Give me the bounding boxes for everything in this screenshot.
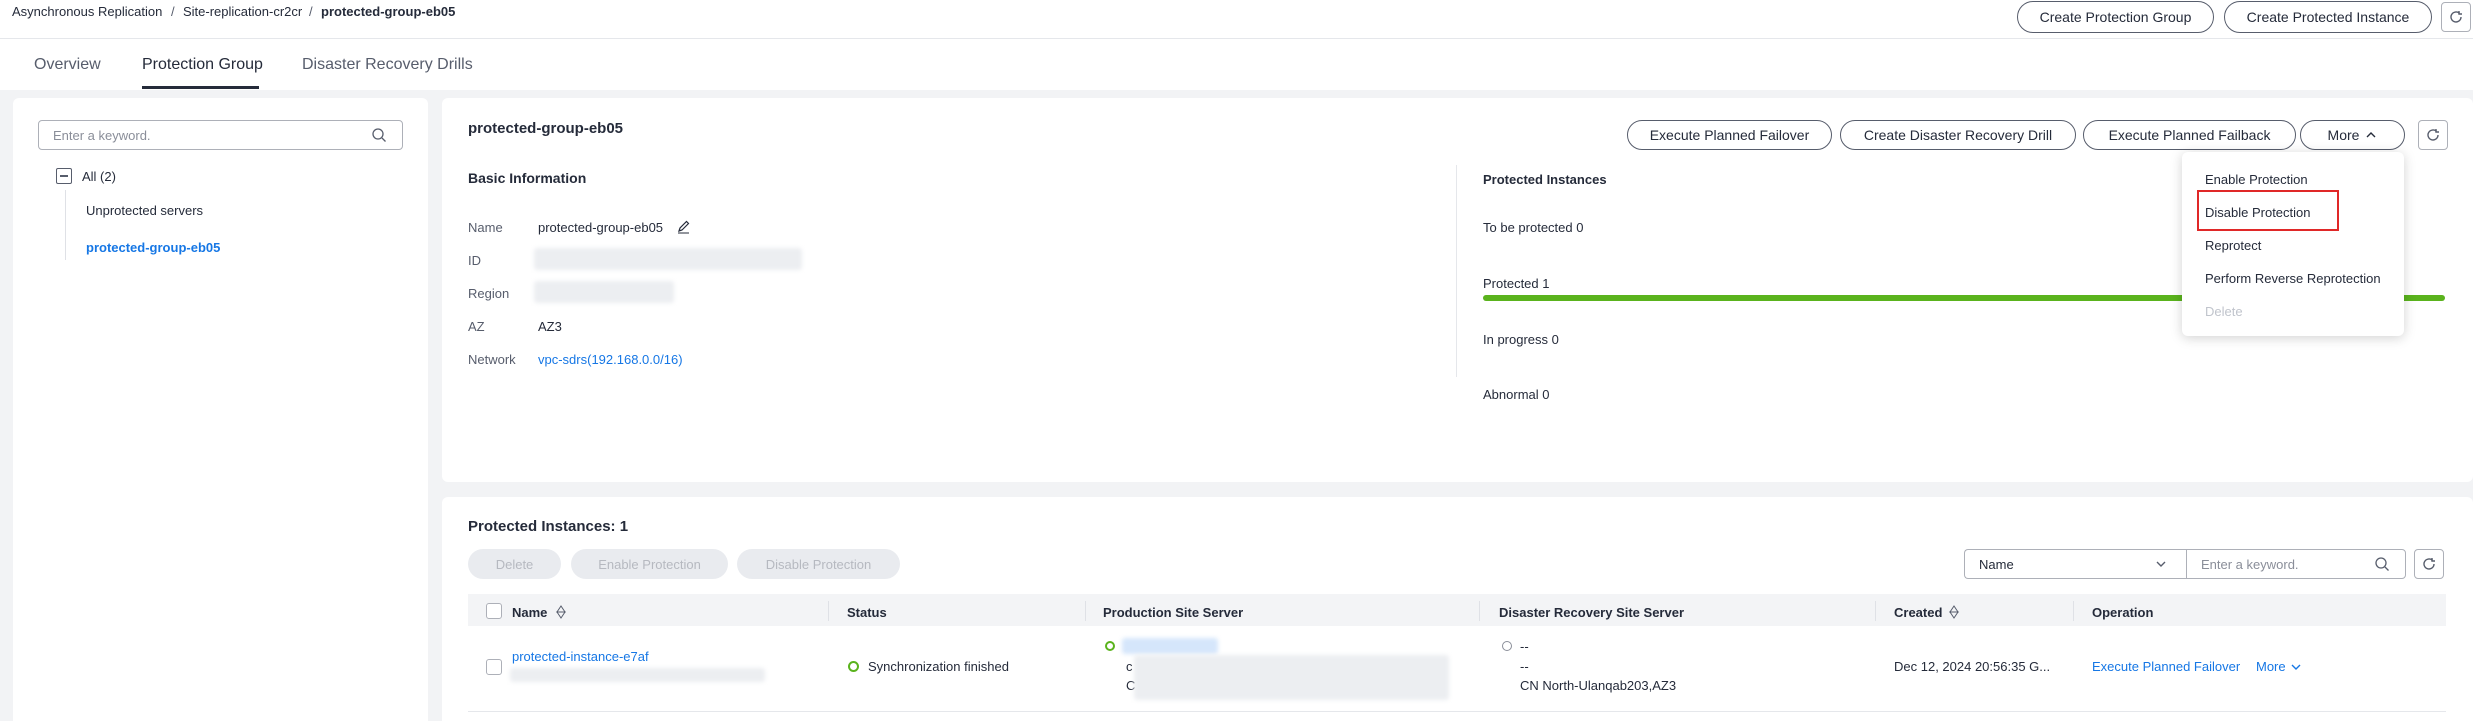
dr-server-line1: -- bbox=[1520, 639, 1529, 654]
network-label: Network bbox=[468, 352, 516, 367]
batch-delete-button: Delete bbox=[468, 549, 561, 579]
row-more-link[interactable]: More bbox=[2256, 659, 2286, 674]
breadcrumb-separator: / bbox=[171, 4, 175, 19]
section-divider bbox=[1456, 165, 1457, 377]
dr-server-line2: -- bbox=[1520, 659, 1529, 674]
filter-select-value: Name bbox=[1979, 556, 2014, 572]
column-divider bbox=[1875, 601, 1876, 621]
prod-server-details-redacted bbox=[1134, 655, 1449, 700]
batch-disable-protection-button: Disable Protection bbox=[737, 549, 900, 579]
column-header-created: Created bbox=[1894, 604, 1943, 620]
collapse-all-icon[interactable] bbox=[56, 168, 72, 184]
execute-planned-failover-button[interactable]: Execute Planned Failover bbox=[1627, 120, 1832, 150]
breadcrumb-item-site[interactable]: Site-replication-cr2cr bbox=[183, 4, 302, 19]
tree-guide-line bbox=[65, 190, 66, 260]
dr-server-region: CN North-Ulanqab203,AZ3 bbox=[1520, 678, 1677, 693]
sort-icon[interactable] bbox=[555, 605, 567, 619]
to-be-protected-count: To be protected 0 bbox=[1483, 220, 1584, 235]
edit-icon[interactable] bbox=[676, 219, 691, 234]
breadcrumb-item-replication[interactable]: Asynchronous Replication bbox=[12, 4, 162, 19]
abnormal-count: Abnormal 0 bbox=[1483, 387, 1550, 402]
refresh-icon bbox=[2427, 129, 2439, 141]
group-refresh-button[interactable] bbox=[2418, 120, 2448, 150]
refresh-button[interactable] bbox=[2441, 2, 2471, 32]
filter-search-input[interactable]: Enter a keyword. bbox=[2186, 549, 2406, 579]
status-success-icon bbox=[848, 661, 859, 672]
more-dropdown-button[interactable]: More bbox=[2300, 120, 2405, 150]
instances-title: Protected Instances: 1 bbox=[468, 518, 629, 535]
column-header-dr-server: Disaster Recovery Site Server bbox=[1499, 604, 1685, 620]
basic-info-heading: Basic Information bbox=[468, 170, 587, 186]
sidebar-search-placeholder: Enter a keyword. bbox=[53, 127, 151, 143]
chevron-down-icon[interactable] bbox=[2290, 661, 2302, 673]
row-execute-failover-link[interactable]: Execute Planned Failover bbox=[2092, 659, 2240, 674]
create-dr-drill-button[interactable]: Create Disaster Recovery Drill bbox=[1840, 120, 2076, 150]
column-header-name: Name bbox=[512, 604, 548, 620]
network-link[interactable]: vpc-sdrs(192.168.0.0/16) bbox=[538, 352, 683, 367]
name-value: protected-group-eb05 bbox=[538, 220, 664, 235]
dr-server-status-icon bbox=[1502, 641, 1512, 651]
tab-disaster-recovery-drills[interactable]: Disaster Recovery Drills bbox=[302, 56, 473, 74]
execute-planned-failback-button[interactable]: Execute Planned Failback bbox=[2083, 120, 2296, 150]
column-divider bbox=[1479, 601, 1480, 621]
menu-item-reprotect[interactable]: Reprotect bbox=[2205, 238, 2261, 253]
sidebar-item-protected-group[interactable]: protected-group-eb05 bbox=[86, 240, 220, 255]
group-detail-panel bbox=[442, 98, 2473, 482]
region-label: Region bbox=[468, 286, 510, 301]
select-all-checkbox[interactable] bbox=[486, 603, 502, 619]
tab-protection-group[interactable]: Protection Group bbox=[142, 56, 263, 74]
filter-select[interactable]: Name bbox=[1964, 549, 2186, 579]
menu-item-delete: Delete bbox=[2205, 304, 2243, 319]
menu-item-disable-protection[interactable]: Disable Protection bbox=[2205, 205, 2311, 220]
search-icon[interactable] bbox=[2374, 556, 2390, 572]
row-checkbox[interactable] bbox=[486, 659, 502, 675]
group-sidebar bbox=[13, 98, 428, 721]
az-value: AZ3 bbox=[538, 319, 562, 334]
prod-server-name-redacted[interactable] bbox=[1122, 638, 1218, 654]
more-label: More bbox=[2327, 127, 2360, 143]
menu-item-enable-protection[interactable]: Enable Protection bbox=[2205, 172, 2308, 187]
row-divider bbox=[468, 711, 2446, 712]
refresh-icon bbox=[2423, 558, 2435, 570]
protected-count: Protected 1 bbox=[1483, 276, 1550, 291]
table-refresh-button[interactable] bbox=[2414, 549, 2444, 579]
column-divider bbox=[828, 601, 829, 621]
active-tab-indicator bbox=[142, 86, 259, 89]
create-protection-group-button[interactable]: Create Protection Group bbox=[2017, 1, 2214, 33]
in-progress-count: In progress 0 bbox=[1483, 332, 1559, 347]
created-value: Dec 12, 2024 20:56:35 G... bbox=[1894, 659, 2051, 674]
filter-search-placeholder: Enter a keyword. bbox=[2201, 556, 2299, 572]
prod-server-line2: c bbox=[1126, 659, 1133, 674]
group-title: protected-group-eb05 bbox=[468, 120, 624, 137]
column-divider bbox=[1085, 601, 1086, 621]
chevron-down-icon bbox=[2155, 558, 2167, 570]
name-label: Name bbox=[468, 220, 503, 235]
id-value-redacted bbox=[534, 248, 802, 270]
protected-instances-heading: Protected Instances bbox=[1483, 172, 1607, 187]
instance-name-link[interactable]: protected-instance-e7af bbox=[512, 649, 649, 664]
column-divider bbox=[2073, 601, 2074, 621]
prod-server-status-icon bbox=[1105, 641, 1115, 651]
search-icon[interactable] bbox=[371, 127, 387, 143]
status-value: Synchronization finished bbox=[868, 659, 1009, 674]
breadcrumb-separator: / bbox=[309, 4, 313, 19]
refresh-icon bbox=[2450, 11, 2462, 23]
region-value-redacted bbox=[534, 281, 674, 303]
chevron-up-icon bbox=[2366, 132, 2376, 138]
id-label: ID bbox=[468, 253, 481, 268]
column-header-status: Status bbox=[847, 604, 887, 620]
column-header-production-server: Production Site Server bbox=[1103, 604, 1244, 620]
column-header-operation: Operation bbox=[2092, 604, 2154, 620]
sort-icon[interactable] bbox=[1948, 605, 1960, 619]
tab-overview[interactable]: Overview bbox=[34, 56, 101, 74]
menu-item-reverse-reprotection[interactable]: Perform Reverse Reprotection bbox=[2205, 271, 2381, 286]
instance-id-redacted bbox=[510, 668, 765, 682]
az-label: AZ bbox=[468, 319, 485, 334]
breadcrumb-current: protected-group-eb05 bbox=[321, 4, 456, 19]
create-protected-instance-button[interactable]: Create Protected Instance bbox=[2224, 1, 2432, 33]
sidebar-item-unprotected-servers[interactable]: Unprotected servers bbox=[86, 203, 203, 218]
batch-enable-protection-button: Enable Protection bbox=[571, 549, 728, 579]
tree-all-label[interactable]: All (2) bbox=[82, 169, 116, 184]
sidebar-search-input[interactable]: Enter a keyword. bbox=[38, 120, 403, 150]
